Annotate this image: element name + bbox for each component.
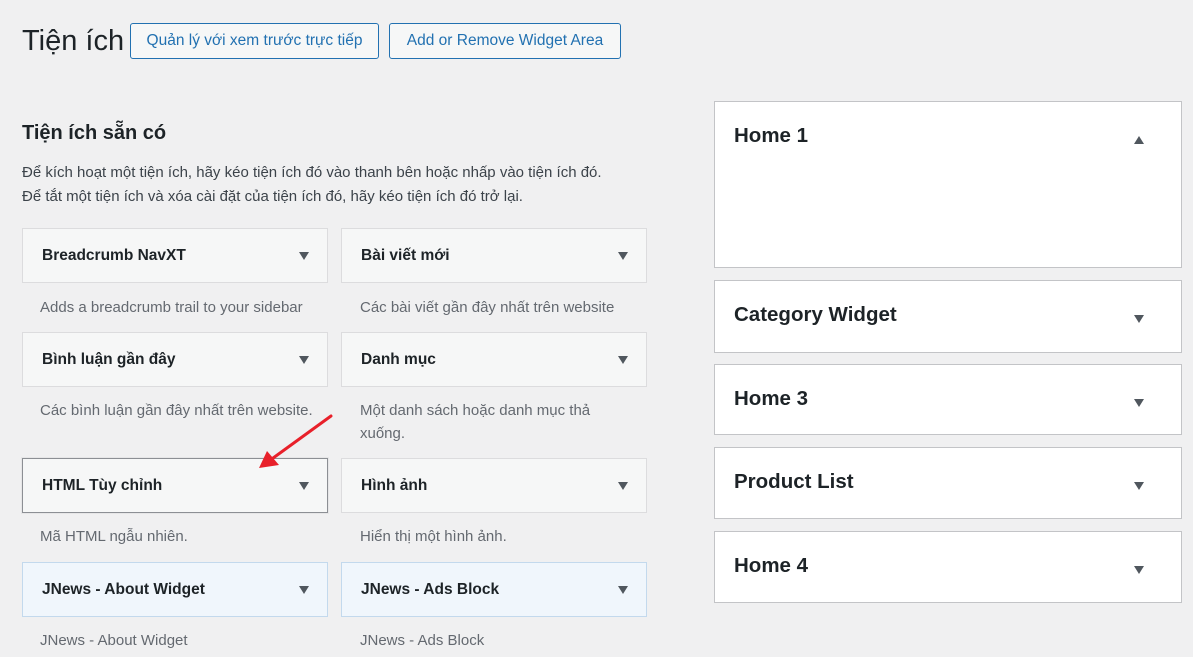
widget-title: Breadcrumb NavXT (42, 246, 186, 264)
widget-description: Các bình luận gần đây nhất trên website. (40, 402, 313, 419)
expand-toggle[interactable] (1128, 389, 1150, 416)
widget-area-home-3[interactable]: Home 3 (714, 364, 1182, 435)
widget-description: Hiển thị một hình ảnh. (360, 528, 507, 545)
widget-area-home-1[interactable]: Home 1 (714, 101, 1182, 268)
triangle-down-icon[interactable] (618, 355, 628, 364)
widget-area-title: Category Widget (734, 303, 897, 326)
widget-title: Bình luận gần đây (42, 350, 176, 368)
widget-area-home-4[interactable]: Home 4 (714, 531, 1182, 603)
triangle-down-icon[interactable] (299, 355, 309, 364)
widget-recent-comments[interactable]: Bình luận gần đây (22, 332, 328, 387)
widget-title: Hình ảnh (361, 476, 428, 494)
widget-recent-posts[interactable]: Bài viết mới (341, 228, 647, 283)
description-line-2: Để tắt một tiện ích và xóa cài đặt của t… (22, 188, 523, 205)
triangle-down-icon[interactable] (299, 585, 309, 594)
triangle-down-icon[interactable] (299, 251, 309, 260)
widget-jnews-ads-block[interactable]: JNews - Ads Block (341, 562, 647, 617)
widget-area-product-list[interactable]: Product List (714, 447, 1182, 519)
manage-live-preview-button[interactable]: Quản lý với xem trước trực tiếp (130, 23, 379, 59)
widget-title: JNews - Ads Block (361, 580, 500, 598)
widget-title: Danh mục (361, 350, 436, 368)
available-widgets-description: Để kích hoạt một tiện ích, hãy kéo tiện … (22, 161, 682, 209)
widget-title: JNews - About Widget (42, 580, 205, 598)
add-remove-widget-area-button[interactable]: Add or Remove Widget Area (389, 23, 621, 59)
widget-description: Các bài viết gần đây nhất trên website (360, 299, 615, 316)
widget-area-title: Home 4 (734, 554, 809, 577)
widget-description: Một danh sách hoặc danh mục thả xuống. (360, 402, 591, 442)
triangle-down-icon (1134, 566, 1144, 574)
collapse-toggle[interactable] (1128, 126, 1150, 153)
description-line-1: Để kích hoạt một tiện ích, hãy kéo tiện … (22, 164, 602, 181)
widget-title: HTML Tùy chỉnh (42, 476, 163, 494)
widget-area-title: Home 3 (734, 387, 809, 410)
widget-custom-html[interactable]: HTML Tùy chỉnh (22, 458, 328, 513)
triangle-down-icon (1134, 482, 1144, 490)
widget-area-title: Product List (734, 470, 854, 493)
widget-description: JNews - About Widget (40, 632, 188, 649)
triangle-down-icon (1134, 399, 1144, 407)
widget-categories[interactable]: Danh mục (341, 332, 647, 387)
triangle-down-icon[interactable] (618, 251, 628, 260)
widget-area-category-widget[interactable]: Category Widget (714, 280, 1182, 353)
widget-area-title: Home 1 (734, 124, 809, 147)
page-title: Tiện ích (22, 25, 125, 57)
widget-description: Mã HTML ngẫu nhiên. (40, 528, 188, 545)
widget-description: Adds a breadcrumb trail to your sidebar (40, 299, 303, 316)
triangle-down-icon[interactable] (618, 481, 628, 490)
triangle-down-icon[interactable] (618, 585, 628, 594)
triangle-down-icon[interactable] (299, 481, 309, 490)
widget-jnews-about[interactable]: JNews - About Widget (22, 562, 328, 617)
expand-toggle[interactable] (1128, 472, 1150, 499)
widget-image[interactable]: Hình ảnh (341, 458, 647, 513)
expand-toggle[interactable] (1128, 305, 1150, 332)
triangle-down-icon (1134, 315, 1144, 323)
expand-toggle[interactable] (1128, 556, 1150, 583)
widget-breadcrumb-navxt[interactable]: Breadcrumb NavXT (22, 228, 328, 283)
widget-title: Bài viết mới (361, 246, 450, 264)
available-widgets-title: Tiện ích sẵn có (22, 122, 167, 144)
widget-description: JNews - Ads Block (360, 632, 485, 649)
triangle-up-icon (1134, 136, 1144, 144)
